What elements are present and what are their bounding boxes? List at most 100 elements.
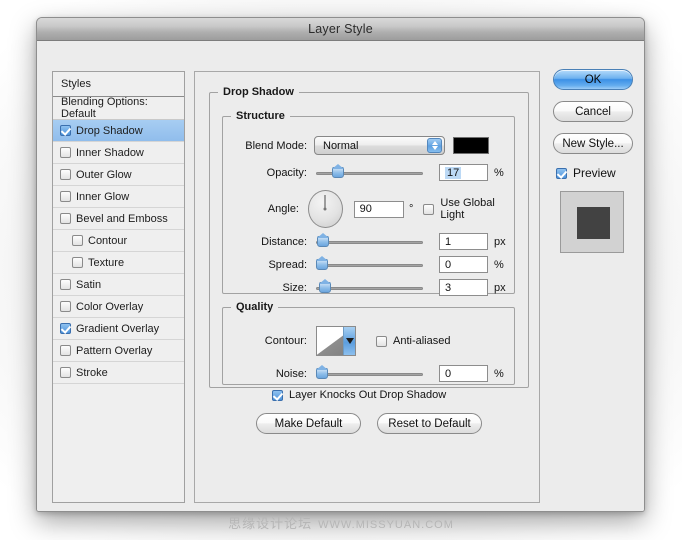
styles-list-header: Styles — [53, 72, 184, 97]
spread-slider[interactable] — [316, 255, 423, 271]
sidebar-item-gradient-overlay[interactable]: Gradient Overlay — [53, 318, 184, 340]
blend-mode-value: Normal — [323, 139, 359, 152]
chevron-updown-icon[interactable] — [427, 138, 442, 153]
noise-slider[interactable] — [316, 364, 423, 380]
spread-row: Spread: 0 % — [223, 255, 514, 273]
drop-shadow-group-title: Drop Shadow — [223, 86, 294, 98]
sidebar-item-label: Texture — [88, 256, 125, 269]
preview-row: Preview — [556, 166, 633, 180]
cancel-label: Cancel — [575, 105, 611, 118]
distance-unit: px — [494, 235, 506, 248]
title-bar[interactable]: Layer Style — [37, 18, 644, 41]
opacity-input[interactable]: 17 — [439, 164, 488, 181]
angle-dial[interactable] — [308, 190, 343, 228]
make-default-button[interactable]: Make Default — [256, 413, 361, 434]
style-enable-checkbox[interactable] — [60, 345, 71, 356]
structure-group-title: Structure — [236, 110, 285, 122]
contour-preset-picker[interactable] — [316, 326, 356, 356]
distance-slider-thumb[interactable] — [316, 232, 329, 247]
angle-value: 90 — [359, 203, 372, 215]
quality-group-title: Quality — [236, 301, 274, 313]
sidebar-item-inner-shadow[interactable]: Inner Shadow — [53, 142, 184, 164]
style-enable-checkbox[interactable] — [72, 257, 83, 268]
style-enable-checkbox[interactable] — [60, 191, 71, 202]
noise-input[interactable]: 0 — [439, 365, 488, 382]
style-enable-checkbox[interactable] — [60, 213, 71, 224]
shadow-color-swatch[interactable] — [453, 137, 489, 154]
style-enable-checkbox[interactable] — [60, 301, 71, 312]
dialog-body: Styles Blending Options: Default Drop Sh… — [37, 41, 644, 511]
size-input[interactable]: 3 — [439, 279, 488, 296]
sidebar-item-inner-glow[interactable]: Inner Glow — [53, 186, 184, 208]
chevron-down-icon[interactable] — [343, 327, 355, 355]
size-slider-track — [316, 286, 423, 290]
knockout-row: Layer Knocks Out Drop Shadow — [272, 389, 446, 401]
noise-value: 0 — [445, 367, 452, 380]
side-panel: OK Cancel New Style... Preview — [553, 69, 633, 253]
noise-slider-track — [316, 372, 423, 376]
distance-input[interactable]: 1 — [439, 233, 488, 250]
blend-mode-select[interactable]: Normal — [314, 136, 445, 155]
sidebar-item-label: Drop Shadow — [76, 124, 143, 137]
style-enable-checkbox[interactable] — [60, 323, 71, 334]
watermark-cn: 思缘设计论坛 — [228, 516, 313, 531]
quality-group: Quality Contour: Anti-aliased Noise: 0 % — [222, 301, 515, 385]
style-enable-checkbox[interactable] — [60, 125, 71, 136]
style-enable-checkbox[interactable] — [60, 279, 71, 290]
style-enable-checkbox[interactable] — [60, 169, 71, 180]
spread-slider-thumb[interactable] — [316, 255, 328, 270]
distance-slider[interactable] — [316, 232, 423, 248]
preview-thumbnail-shape — [577, 207, 610, 239]
sidebar-item-outer-glow[interactable]: Outer Glow — [53, 164, 184, 186]
layer-style-dialog: Layer Style Styles Blending Options: Def… — [36, 17, 645, 512]
spread-slider-track — [316, 263, 423, 267]
reset-to-default-label: Reset to Default — [388, 417, 471, 430]
spread-input[interactable]: 0 — [439, 256, 488, 273]
opacity-value: 17 — [445, 166, 462, 179]
sidebar-item-drop-shadow[interactable]: Drop Shadow — [53, 120, 184, 142]
size-slider-thumb[interactable] — [318, 278, 331, 293]
sidebar-item-pattern-overlay[interactable]: Pattern Overlay — [53, 340, 184, 362]
sidebar-item-label: Inner Glow — [76, 190, 130, 203]
screen: Layer Style Styles Blending Options: Def… — [0, 0, 682, 540]
opacity-slider-thumb[interactable] — [332, 163, 345, 178]
sidebar-item-satin[interactable]: Satin — [53, 274, 184, 296]
noise-slider-thumb[interactable] — [316, 364, 328, 379]
sidebar-item-label: Outer Glow — [76, 168, 132, 181]
ok-button[interactable]: OK — [553, 69, 633, 90]
watermark-en: WWW.MISSYUAN.COM — [318, 519, 454, 531]
sidebar-item-label: Bevel and Emboss — [76, 212, 168, 225]
use-global-light-checkbox[interactable] — [423, 203, 435, 215]
reset-to-default-button[interactable]: Reset to Default — [377, 413, 482, 434]
sidebar-item-label: Stroke — [76, 366, 108, 379]
distance-value: 1 — [445, 235, 452, 248]
style-enable-checkbox[interactable] — [60, 367, 71, 378]
styles-list-panel: Styles Blending Options: Default Drop Sh… — [52, 71, 185, 503]
sidebar-item-stroke[interactable]: Stroke — [53, 362, 184, 384]
sidebar-item-color-overlay[interactable]: Color Overlay — [53, 296, 184, 318]
anti-aliased-checkbox[interactable] — [376, 335, 387, 347]
opacity-row: Opacity: 17 % — [223, 163, 514, 181]
layer-knocks-out-checkbox[interactable] — [272, 389, 283, 401]
angle-input[interactable]: 90 — [353, 200, 405, 218]
noise-label: Noise: — [275, 367, 307, 380]
size-label: Size: — [282, 281, 307, 294]
drop-shadow-group: Drop Shadow Structure Blend Mode: Normal — [209, 86, 529, 434]
styles-rows: Drop Shadow Inner Shadow Outer Glow Inner G… — [53, 120, 184, 384]
sidebar-item-texture[interactable]: Texture — [53, 252, 184, 274]
style-enable-checkbox[interactable] — [72, 235, 83, 246]
sidebar-item-contour[interactable]: Contour — [53, 230, 184, 252]
cancel-button[interactable]: Cancel — [553, 101, 633, 122]
opacity-slider[interactable] — [316, 163, 423, 179]
new-style-label: New Style... — [562, 137, 624, 150]
contour-label: Contour: — [264, 335, 307, 347]
sidebar-item-blending-options[interactable]: Blending Options: Default — [53, 96, 184, 120]
new-style-button[interactable]: New Style... — [553, 133, 633, 154]
size-slider[interactable] — [316, 278, 423, 294]
opacity-label: Opacity: — [266, 166, 307, 179]
sidebar-item-bevel-and-emboss[interactable]: Bevel and Emboss — [53, 208, 184, 230]
layer-knocks-out-label: Layer Knocks Out Drop Shadow — [289, 389, 447, 401]
preview-checkbox[interactable] — [556, 167, 567, 179]
preview-label: Preview — [573, 166, 616, 180]
style-enable-checkbox[interactable] — [60, 147, 71, 158]
